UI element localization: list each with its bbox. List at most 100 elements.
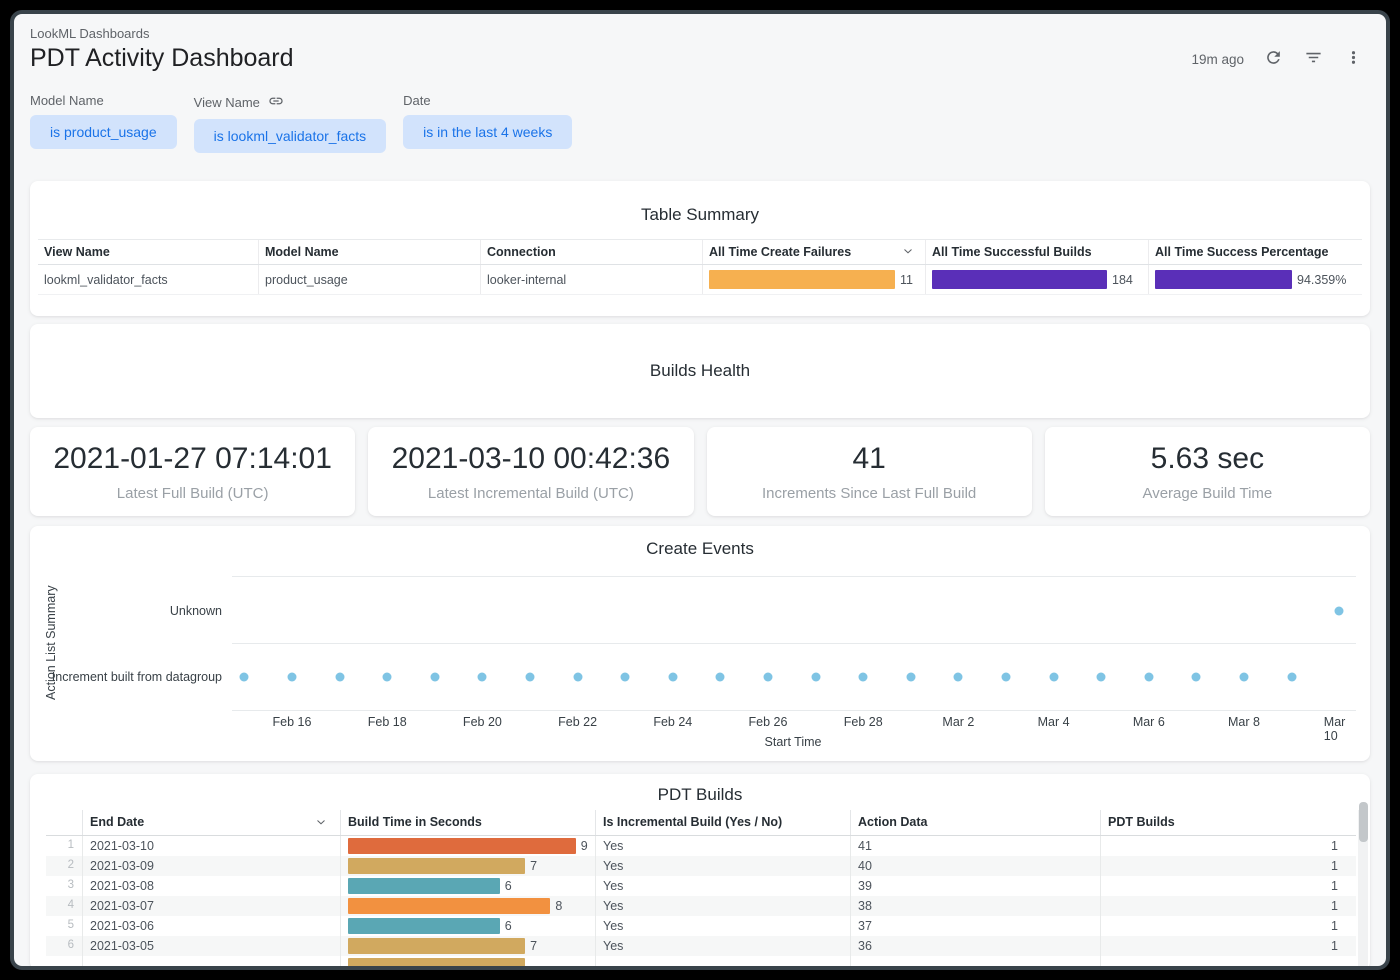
cell-is-incremental[interactable]: Yes — [595, 856, 850, 876]
pdt-table-row[interactable] — [46, 956, 1356, 970]
pdt-table-row[interactable]: 32021-03-086Yes391 — [46, 876, 1356, 896]
kpi-latest-incremental-build[interactable]: 2021-03-10 00:42:36 Latest Incremental B… — [368, 427, 693, 516]
table-scrollbar-thumb[interactable] — [1359, 802, 1368, 842]
build-time-bar[interactable] — [348, 838, 576, 854]
scatter-dot[interactable] — [811, 673, 820, 682]
cell-build-time[interactable]: 6 — [340, 876, 595, 896]
column-header-is-incremental[interactable]: Is Incremental Build (Yes / No) — [595, 810, 850, 835]
refresh-button[interactable] — [1262, 48, 1284, 70]
pdt-table-row[interactable]: 42021-03-078Yes381 — [46, 896, 1356, 916]
cell-end-date[interactable]: 2021-03-06 — [82, 916, 340, 936]
scatter-dot[interactable] — [478, 673, 487, 682]
column-header-build-time[interactable]: Build Time in Seconds — [340, 810, 595, 835]
scatter-dot[interactable] — [668, 673, 677, 682]
cell-create-failures[interactable]: 11 — [702, 265, 925, 294]
cell-connection[interactable]: looker-internal — [480, 265, 702, 294]
build-time-bar[interactable] — [348, 878, 500, 894]
scatter-dot[interactable] — [859, 673, 868, 682]
cell-end-date[interactable]: 2021-03-07 — [82, 896, 340, 916]
cell-action-data[interactable]: 41 — [850, 836, 1100, 856]
filters-toggle-button[interactable] — [1302, 48, 1324, 70]
scatter-dot[interactable] — [906, 673, 915, 682]
cell-build-time[interactable]: 6 — [340, 916, 595, 936]
scatter-dot[interactable] — [288, 673, 297, 682]
cell-end-date[interactable]: 2021-03-09 — [82, 856, 340, 876]
cell-build-time[interactable]: 9 — [340, 836, 595, 856]
cell-build-time[interactable] — [340, 956, 595, 970]
cell-action-data[interactable]: 39 — [850, 876, 1100, 896]
cell-is-incremental[interactable]: Yes — [595, 836, 850, 856]
successful-builds-bar[interactable] — [932, 270, 1107, 289]
cell-action-data[interactable] — [850, 956, 1100, 970]
column-header-create-failures[interactable]: All Time Create Failures — [702, 240, 925, 264]
scatter-dot[interactable] — [240, 673, 249, 682]
scatter-dot[interactable] — [1002, 673, 1011, 682]
cell-action-data[interactable]: 40 — [850, 856, 1100, 876]
cell-end-date[interactable]: 2021-03-10 — [82, 836, 340, 856]
kpi-average-build-time[interactable]: 5.63 sec Average Build Time — [1045, 427, 1370, 516]
sort-chevron-down-icon[interactable] — [314, 815, 328, 832]
filter-view-name-chip[interactable]: is lookml_validator_facts — [194, 119, 387, 153]
cell-pdt-builds[interactable]: 1 — [1100, 856, 1356, 876]
scatter-dot[interactable] — [1097, 673, 1106, 682]
build-time-bar[interactable] — [348, 918, 500, 934]
scatter-dot[interactable] — [716, 673, 725, 682]
cell-build-time[interactable]: 7 — [340, 856, 595, 876]
pdt-table-row[interactable]: 12021-03-109Yes411 — [46, 836, 1356, 856]
pdt-table-row[interactable]: 52021-03-066Yes371 — [46, 916, 1356, 936]
cell-is-incremental[interactable]: Yes — [595, 876, 850, 896]
cell-successful-builds[interactable]: 184 — [925, 265, 1148, 294]
column-header-view-name[interactable]: View Name — [38, 240, 258, 264]
cell-pdt-builds[interactable]: 1 — [1100, 896, 1356, 916]
dashboard-menu-button[interactable] — [1342, 48, 1364, 70]
cell-pdt-builds[interactable]: 1 — [1100, 876, 1356, 896]
sort-chevron-down-icon[interactable] — [901, 244, 915, 261]
cell-pdt-builds[interactable]: 1 — [1100, 836, 1356, 856]
scatter-dot[interactable] — [335, 673, 344, 682]
cell-end-date[interactable]: 2021-03-08 — [82, 876, 340, 896]
build-time-bar[interactable] — [348, 858, 525, 874]
cell-is-incremental[interactable]: Yes — [595, 916, 850, 936]
column-header-action-data[interactable]: Action Data — [850, 810, 1100, 835]
scatter-dot[interactable] — [526, 673, 535, 682]
cell-action-data[interactable]: 37 — [850, 916, 1100, 936]
breadcrumb[interactable]: LookML Dashboards — [30, 26, 1370, 42]
column-header-pdt-builds[interactable]: PDT Builds — [1100, 810, 1356, 835]
cell-action-data[interactable]: 38 — [850, 896, 1100, 916]
scatter-dot[interactable] — [573, 673, 582, 682]
kpi-latest-full-build[interactable]: 2021-01-27 07:14:01 Latest Full Build (U… — [30, 427, 355, 516]
build-time-bar[interactable] — [348, 938, 525, 954]
scatter-dot[interactable] — [383, 673, 392, 682]
scatter-dot[interactable] — [1287, 673, 1296, 682]
failures-bar[interactable] — [709, 270, 895, 289]
scatter-dot[interactable] — [1049, 673, 1058, 682]
scatter-dot[interactable] — [1192, 673, 1201, 682]
cell-pdt-builds[interactable]: 1 — [1100, 936, 1356, 956]
pdt-table-row[interactable]: 22021-03-097Yes401 — [46, 856, 1356, 876]
scatter-dot[interactable] — [1335, 607, 1344, 616]
column-header-success-percentage[interactable]: All Time Success Percentage — [1148, 240, 1362, 264]
column-header-connection[interactable]: Connection — [480, 240, 702, 264]
cell-pdt-builds[interactable] — [1100, 956, 1356, 970]
table-summary-data-row[interactable]: lookml_validator_facts product_usage loo… — [38, 265, 1362, 295]
cell-action-data[interactable]: 36 — [850, 936, 1100, 956]
pdt-table-row[interactable]: 62021-03-057Yes361 — [46, 936, 1356, 956]
kpi-increments-since-full-build[interactable]: 41 Increments Since Last Full Build — [707, 427, 1032, 516]
scatter-dot[interactable] — [764, 673, 773, 682]
cell-build-time[interactable]: 8 — [340, 896, 595, 916]
scatter-dot[interactable] — [430, 673, 439, 682]
cell-is-incremental[interactable]: Yes — [595, 896, 850, 916]
scatter-dot[interactable] — [954, 673, 963, 682]
filter-date-chip[interactable]: is in the last 4 weeks — [403, 115, 572, 149]
cell-model-name[interactable]: product_usage — [258, 265, 480, 294]
column-header-model-name[interactable]: Model Name — [258, 240, 480, 264]
scatter-dot[interactable] — [621, 673, 630, 682]
scatter-dot[interactable] — [1144, 673, 1153, 682]
success-percentage-bar[interactable] — [1155, 270, 1292, 289]
cell-success-percentage[interactable]: 94.359% — [1148, 265, 1362, 294]
cell-end-date[interactable]: 2021-03-05 — [82, 936, 340, 956]
build-time-bar[interactable] — [348, 958, 525, 970]
cell-pdt-builds[interactable]: 1 — [1100, 916, 1356, 936]
cell-view-name[interactable]: lookml_validator_facts — [38, 265, 258, 294]
column-header-successful-builds[interactable]: All Time Successful Builds — [925, 240, 1148, 264]
